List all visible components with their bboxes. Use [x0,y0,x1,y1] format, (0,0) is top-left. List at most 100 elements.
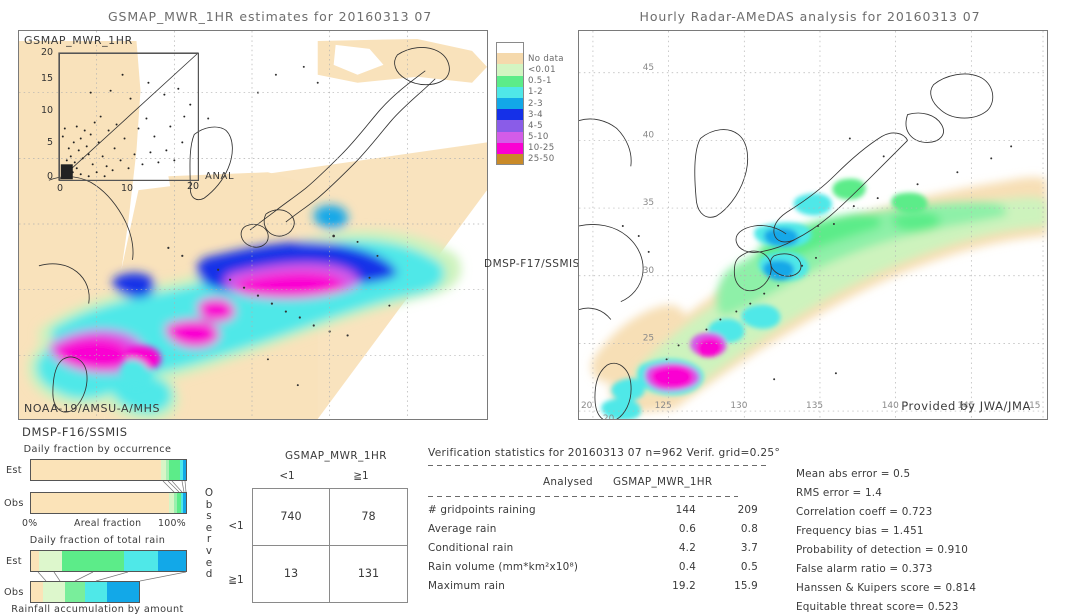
legend-swatch [496,86,524,98]
score-hanssen-kuipers: Hanssen & Kuipers score = 0.814 [796,582,977,594]
stats-col-analysed: Analysed [543,476,593,488]
contingency-cell-false-alarm: 78 [330,489,407,546]
dmsp-f16-sensor-label: DMSP-F16/SSMIS [22,425,128,439]
stat-analysed-value: 19.2 [672,580,696,592]
bar-segment [31,460,162,480]
total-rain-est-label: Est [6,556,22,567]
areal-axis-title: Areal fraction [74,518,142,529]
legend-label: 2-3 [528,98,543,109]
legend-swatch [496,97,524,110]
inset-xaxis-label: ANAL [205,171,235,182]
radar-amedas-analysis-map[interactable]: 45 40 35 30 25 20 125 130 135 140 145 15… [578,30,1048,420]
contingency-table-panel: GSMAP_MWR_1HR <1 ≧1 Observed <1 ≧1 740 7… [196,440,424,612]
inset-xtick-20: 20 [187,181,200,192]
legend-item [496,42,576,54]
bar-segment [124,551,159,571]
left-map-sensor-label: NOAA-19/AMSU-A/MHS [24,402,161,415]
stat-model-value: 0.8 [740,523,758,535]
bar-segment [168,460,180,480]
inset-xtick-10: 10 [121,183,134,194]
stat-analysed-value: 4.2 [678,542,696,554]
contingency-model-name: GSMAP_MWR_1HR [285,450,387,462]
stat-analysed-value: 0.4 [678,561,696,573]
total-rain-title: Daily fraction of total rain [29,535,166,546]
bar-segment [64,582,85,602]
contingency-cell-hit-miss: 740 [253,489,330,546]
svg-text:40: 40 [643,130,655,140]
svg-text:20: 20 [603,414,615,419]
stats-divider-top [428,465,768,466]
legend-label: 0.5-1 [528,76,552,87]
legend-item: No data [496,53,576,65]
stat-model-value: 0.5 [740,561,758,573]
bar-segment [43,582,65,602]
provided-by-label: Provided by JWA/JMA [901,399,1031,413]
inset-xtick-0: 0 [57,183,64,194]
gsmap-estimate-map[interactable]: 20 15 10 5 0 0 10 20 ANAL GSMAP_MWR_1HR … [18,30,488,420]
inset-ytick-10: 10 [41,105,54,116]
legend-label: 25-50 [528,154,555,165]
legend-swatch [496,75,524,87]
legend-label: 1-2 [528,87,543,98]
legend-item: 4-5 [496,120,576,132]
legend-item: 5-10 [496,131,576,143]
occurrence-est-bar [30,459,187,481]
contingency-grid: 740 78 13 131 [252,488,408,603]
stat-name: Rain volume (mm*km²x10⁸) [428,561,579,573]
legend-swatch [496,153,524,166]
score-false-alarm-ratio: False alarm ratio = 0.373 [796,563,933,575]
legend-label: 3-4 [528,109,543,120]
rainfall-color-legend: No data <0.01 0.5-1 1-2 2-3 3-4 4-5 5-10… [496,42,576,166]
inset-ytick-15: 15 [41,73,54,84]
stat-name: Conditional rain [428,542,514,554]
legend-label: 4-5 [528,120,543,131]
stat-analysed-value: 144 [675,504,696,516]
svg-text:35: 35 [643,198,654,208]
left-panel-title: GSMAP_MWR_1HR estimates for 20160313 07 [107,9,433,24]
svg-text:140: 140 [882,401,899,411]
svg-text:130: 130 [730,401,747,411]
occurrence-obs-label: Obs [4,498,24,509]
stat-name: # gridpoints raining [428,504,536,516]
legend-swatch [496,42,524,54]
total-rain-obs-label: Obs [4,587,24,598]
score-rms-error: RMS error = 1.4 [796,487,883,499]
legend-item: 3-4 [496,109,576,121]
stat-analysed-value: 0.6 [678,523,696,535]
bar-segment [62,551,124,571]
right-map-graphic: 45 40 35 30 25 20 125 130 135 140 145 15… [579,31,1047,419]
legend-label: 10-25 [528,143,555,154]
contingency-observed-label: Observed [204,487,214,581]
left-map-product-label: GSMAP_MWR_1HR [24,34,133,47]
legend-swatch [496,64,524,76]
legend-item: <0.01 [496,64,576,76]
legend-label: 5-10 [528,132,549,143]
areal-axis-min: 0% [22,518,38,529]
stat-model-value: 15.9 [734,580,758,592]
stat-model-value: 3.7 [740,542,758,554]
inset-ytick-20: 20 [41,47,54,58]
dmsp-f17-swath-label: DMSP-F17/SSMIS [484,258,580,270]
contingency-cell-hit: 131 [357,567,380,581]
svg-text:20: 20 [581,401,593,411]
contingency-cell-miss: 13 [253,545,330,602]
bar-segment [31,582,44,602]
bar-segment [183,460,186,480]
bar-segment [158,551,186,571]
legend-item: 10-25 [496,142,576,154]
score-frequency-bias: Frequency bias = 1.451 [796,525,924,537]
legend-item: 0.5-1 [496,75,576,87]
legend-label: <0.01 [528,64,556,75]
svg-text:45: 45 [643,63,654,73]
inset-ytick-5: 5 [47,137,54,148]
stat-name: Average rain [428,523,497,535]
total-rain-est-bar [30,550,187,572]
total-rain-obs-bar [30,581,140,603]
occurrence-obs-bar [30,492,187,514]
score-equitable-threat: Equitable threat score= 0.523 [796,601,959,613]
legend-label: No data [528,53,564,64]
score-probability-of-detection: Probability of detection = 0.910 [796,544,969,556]
legend-swatch [496,109,524,121]
occurrence-est-label: Est [6,465,22,476]
svg-text:135: 135 [806,401,823,411]
